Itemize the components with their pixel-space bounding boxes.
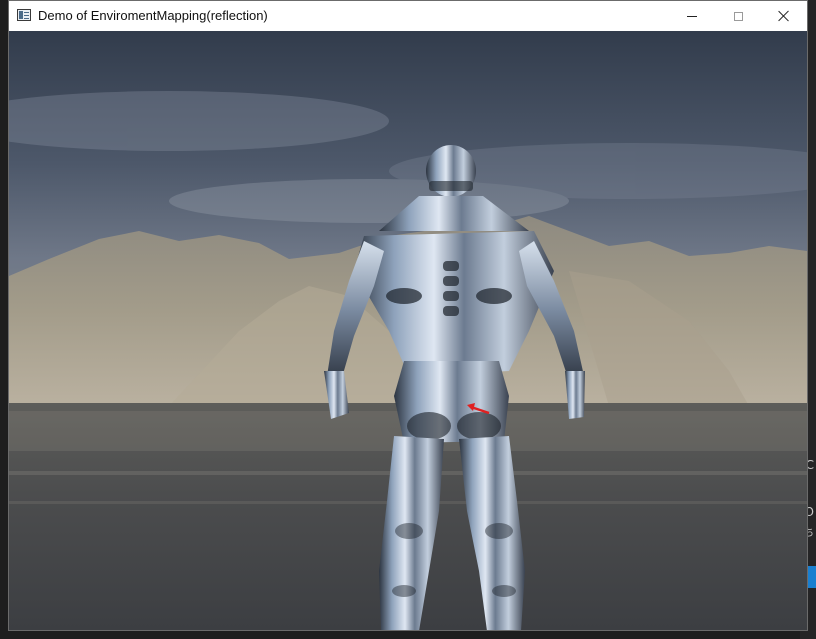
render-viewport[interactable] [9,31,807,630]
minimize-button[interactable] [669,1,715,31]
maximize-icon [733,11,743,21]
window-title: Demo of EnviromentMapping(reflection) [38,8,268,23]
app-window-icon[interactable] [17,9,31,21]
title-bar[interactable]: Demo of EnviromentMapping(reflection) [9,1,807,31]
app-window: Demo of EnviromentMapping(reflection) [8,0,808,631]
close-icon [778,10,790,22]
scene-canvas [9,31,807,630]
maximize-button[interactable] [715,1,761,31]
minimize-icon [687,15,697,17]
close-button[interactable] [761,1,807,31]
